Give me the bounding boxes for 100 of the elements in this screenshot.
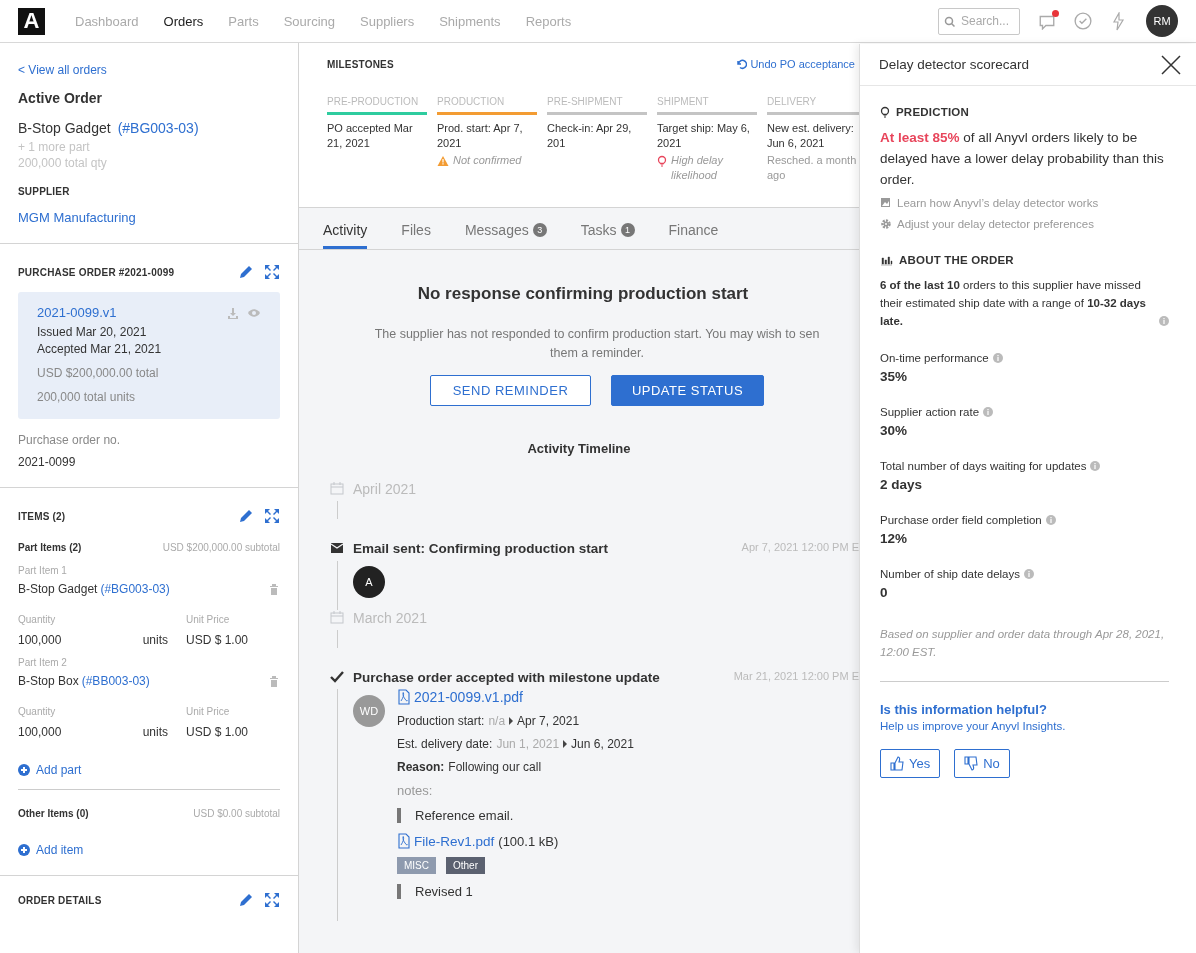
help-link[interactable]: Learn how Anyvl’s delay detector works [880, 197, 1169, 209]
section-title: ITEMS (2) [18, 510, 67, 522]
plus-icon [18, 764, 30, 776]
supplier-link[interactable]: MGM Manufacturing [18, 210, 280, 225]
event-title: Purchase order accepted with milestone update [353, 670, 660, 685]
metric-label: Total number of days waiting for updates [880, 460, 1087, 472]
data-footnote: Based on supplier and order data through Apr 28, 2021, 12:00 EST. [880, 627, 1166, 660]
field-label: Unit Price [185, 614, 231, 625]
alert-title: No response confirming production start [416, 284, 750, 304]
quantity-value: 100,000 [18, 633, 63, 647]
pdf-icon [397, 833, 411, 849]
order-heading: Active Order [18, 90, 104, 106]
bar-chart-icon [880, 254, 893, 266]
yes-button[interactable]: Yes [880, 749, 941, 778]
product-name: B-Stop Gadget [18, 120, 111, 136]
info-icon [1024, 569, 1034, 579]
field-label: Quantity [18, 614, 57, 625]
part-label: Part Item 2 [18, 657, 68, 668]
close-button[interactable] [1161, 54, 1181, 75]
part-link[interactable]: (#BG003-03) [100, 582, 170, 596]
unit-label: units [141, 633, 168, 647]
reason-text: Following our call [448, 760, 542, 774]
tab[interactable]: Files [401, 222, 431, 249]
stage-date: Prod. start: Apr 7, 2021 [437, 121, 524, 151]
part-label: Part Item 1 [18, 565, 68, 576]
send-reminder-button[interactable]: SEND REMINDER [430, 375, 591, 406]
event-title: Email sent: Confirming production start [353, 541, 608, 556]
logo[interactable]: A [18, 7, 45, 35]
image-icon [880, 197, 892, 209]
pdf-icon [397, 689, 411, 705]
tasks-button[interactable] [1074, 12, 1092, 30]
part-name: B-Stop Gadget [18, 582, 98, 596]
field-label: Purchase order no. [18, 433, 122, 447]
field-value: 2021-0099 [18, 455, 77, 469]
metric-label: Number of ship date delays [880, 568, 1020, 580]
product-link[interactable]: (#BG003-03) [117, 120, 199, 136]
supplier-label: SUPPLIER [18, 186, 71, 197]
quantity-value: 100,000 [18, 725, 63, 739]
change-label: Est. delivery date: [397, 737, 493, 751]
user-avatar[interactable]: RM [1146, 5, 1178, 37]
note-text: Revised 1 [397, 884, 634, 899]
user-avatar: A [353, 566, 385, 598]
tag: MISC [397, 857, 436, 874]
section-title: ORDER DETAILS [18, 894, 103, 906]
expand-icon [264, 264, 280, 280]
tab[interactable]: Activity [323, 222, 368, 249]
info-icon [983, 407, 994, 417]
count-badge: 1 [620, 223, 635, 237]
tab[interactable]: Tasks 1 [580, 222, 635, 249]
alert-message: The supplier has not responded to confirm production start. You may wish to sen them a reminder. [373, 326, 821, 362]
no-button[interactable]: No [954, 749, 1010, 778]
file-size: (100.1 kB) [498, 833, 559, 849]
panel-title: Delay detector scorecard [879, 57, 1030, 72]
unit-label: units [141, 725, 168, 739]
old-value: n/a [488, 714, 506, 728]
tab[interactable]: Finance [668, 222, 719, 249]
notifications-button[interactable] [1038, 12, 1056, 30]
plus-icon [18, 844, 30, 856]
back-link[interactable]: < View all orders [18, 63, 280, 77]
thumbs-down-icon [964, 756, 979, 771]
month-label: March 2021 [353, 610, 428, 628]
undo-icon [735, 58, 748, 70]
metric-value: 12% [880, 531, 909, 546]
file-link[interactable]: File-Rev1.pdf [397, 833, 495, 849]
event-time: Mar 21, 2021 12:00 PM E [733, 670, 859, 684]
undo-link[interactable]: Undo PO acceptance [735, 58, 855, 70]
subsection-title: Part Items (2) [18, 542, 82, 553]
subsection-title: Other Items (0) [18, 808, 89, 819]
thumbs-up-icon [890, 756, 904, 771]
info-icon [1159, 316, 1169, 326]
caret-icon [509, 717, 514, 725]
feedback-link[interactable]: Help us improve your Anyvl Insights. [880, 720, 1169, 732]
document-link[interactable]: 2021-0099.v1 [37, 305, 117, 320]
update-status-button[interactable]: UPDATE STATUS [611, 375, 764, 406]
total-quantity: 200,000 total qty [18, 156, 108, 170]
stage-label: PRODUCTION [437, 96, 506, 107]
caret-icon [563, 740, 568, 748]
notes-label: notes: [397, 783, 434, 798]
nav-link[interactable]: Orders [163, 13, 204, 29]
price-value: USD $ 1.00 [185, 725, 250, 739]
field-label: Quantity [18, 706, 57, 717]
metric-value: 35% [880, 369, 909, 384]
add-part-link[interactable]: Add part [18, 763, 280, 777]
file-link[interactable]: 2021-0099.v1.pdf [397, 689, 634, 705]
search-field[interactable]: Search... [938, 7, 1020, 35]
tab[interactable]: Messages 3 [464, 222, 547, 249]
stage-label: PRE-PRODUCTION [327, 96, 420, 107]
lightning-button[interactable] [1110, 11, 1126, 31]
section-title: ABOUT THE ORDER [899, 254, 1014, 266]
lightbulb-icon [880, 106, 890, 118]
settings-icon [880, 218, 892, 230]
download-icon [227, 306, 239, 319]
add-item-link[interactable]: Add item [18, 843, 280, 857]
stage-label: DELIVERY [767, 96, 818, 107]
field-label: Unit Price [185, 706, 231, 717]
part-link[interactable]: (#BB003-03) [81, 674, 150, 688]
help-link[interactable]: Adjust your delay detector preferences [880, 218, 1169, 230]
metric-label: On-time performance [880, 352, 989, 364]
reason-label: Reason: [397, 760, 445, 774]
pencil-icon [238, 892, 254, 908]
